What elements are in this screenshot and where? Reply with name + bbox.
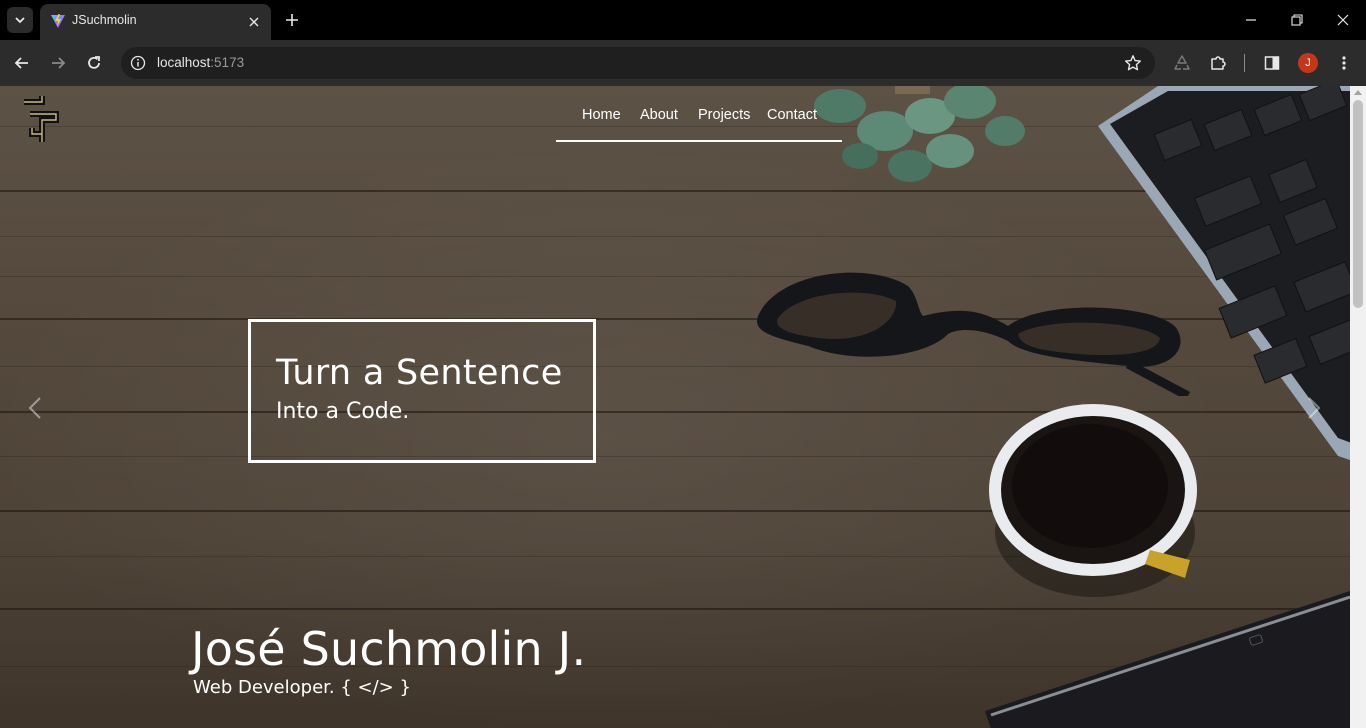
hero-carousel: Home About Projects Contact Turn a Sente… xyxy=(0,86,1350,728)
glasses-image xyxy=(757,272,1191,396)
nav-link-about[interactable]: About xyxy=(640,107,678,123)
tab-search-button[interactable] xyxy=(7,7,33,33)
tablet-image xyxy=(985,591,1350,728)
plus-icon xyxy=(286,14,298,26)
chevron-down-icon xyxy=(15,17,25,24)
nav-link-projects[interactable]: Projects xyxy=(698,107,750,123)
forward-button[interactable] xyxy=(46,51,70,75)
page-scrollbar[interactable] xyxy=(1350,86,1366,728)
main-nav: Home About Projects Contact xyxy=(556,106,842,142)
extensions-menu-button[interactable] xyxy=(1207,52,1229,74)
back-arrow-icon xyxy=(14,57,28,69)
site-info-button[interactable] xyxy=(129,54,147,72)
star-icon xyxy=(1125,55,1141,71)
tagline-box: Turn a Sentence Into a Code. xyxy=(248,319,596,463)
reload-icon xyxy=(88,56,100,69)
reload-button[interactable] xyxy=(82,51,106,75)
browser-menu-button[interactable] xyxy=(1333,52,1355,74)
recycle-icon xyxy=(1174,55,1190,70)
address-bar[interactable]: localhost:5173 xyxy=(121,47,1155,79)
side-panel-button[interactable] xyxy=(1261,52,1283,74)
page-viewport: Home About Projects Contact Turn a Sente… xyxy=(0,86,1366,728)
extensions-puzzle-icon xyxy=(1211,56,1226,70)
close-icon xyxy=(249,17,259,27)
tagline-heading: Turn a Sentence xyxy=(276,353,563,393)
extension-button[interactable] xyxy=(1171,52,1193,74)
chevron-left-icon[interactable] xyxy=(26,396,46,420)
vite-logo-icon xyxy=(51,14,65,28)
url-text: localhost:5173 xyxy=(157,55,244,70)
bookmark-button[interactable] xyxy=(1123,53,1143,73)
restore-icon xyxy=(1291,14,1303,26)
forward-arrow-icon xyxy=(52,57,66,69)
new-tab-button[interactable] xyxy=(281,9,303,31)
minimize-button[interactable] xyxy=(1239,8,1263,32)
site-logo-icon[interactable] xyxy=(18,94,64,146)
toolbar-separator xyxy=(1244,54,1245,72)
minimize-icon xyxy=(1246,19,1256,21)
url-port: :5173 xyxy=(210,55,245,70)
hero-role: Web Developer. { </> } xyxy=(193,677,411,698)
info-icon xyxy=(130,55,146,71)
tagline-subheading: Into a Code. xyxy=(276,399,410,424)
kebab-menu-icon xyxy=(1342,56,1346,70)
tab-title: JSuchmolin xyxy=(72,13,137,27)
chevron-right-icon[interactable] xyxy=(1303,396,1323,420)
close-icon xyxy=(1337,14,1349,26)
nav-link-home[interactable]: Home xyxy=(582,107,621,123)
window-close-button[interactable] xyxy=(1331,8,1355,32)
plant-image xyxy=(814,86,1025,182)
side-panel-icon xyxy=(1264,56,1280,70)
url-host: localhost xyxy=(157,55,211,70)
restore-button[interactable] xyxy=(1285,8,1309,32)
back-button[interactable] xyxy=(10,51,34,75)
scrollbar-thumb[interactable] xyxy=(1353,100,1363,308)
browser-toolbar: localhost:5173 xyxy=(0,40,1366,86)
profile-avatar[interactable]: J xyxy=(1298,53,1318,73)
nav-link-contact[interactable]: Contact xyxy=(767,107,817,123)
hero-name: José Suchmolin J. xyxy=(191,622,587,676)
tab-close-button[interactable] xyxy=(245,13,263,31)
scroll-up-arrow-icon[interactable] xyxy=(1354,90,1362,95)
coffee-cup-image xyxy=(989,404,1197,597)
tab-strip: JSuchmolin xyxy=(0,0,1366,40)
active-tab[interactable]: JSuchmolin xyxy=(40,4,271,40)
